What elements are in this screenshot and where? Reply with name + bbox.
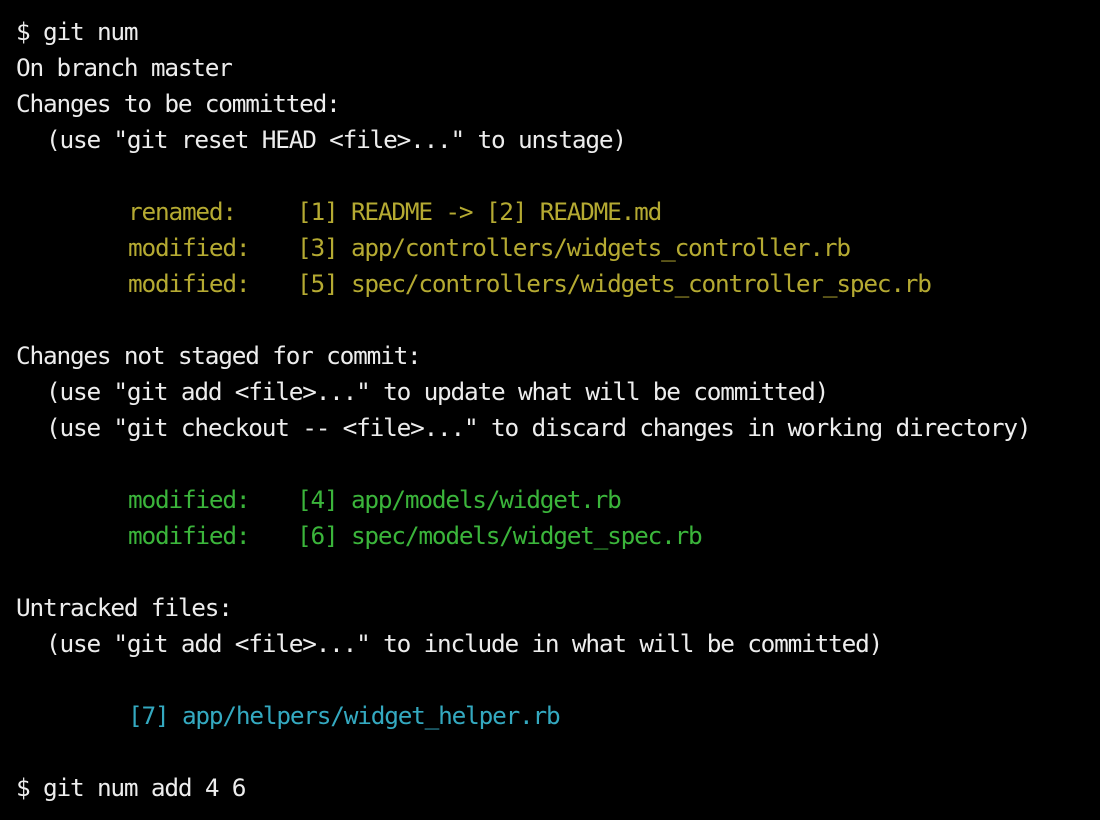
staged-file: modified: [5] spec/controllers/widgets_co… [16, 266, 1100, 302]
file-status: modified: [128, 269, 251, 298]
unstaged-file: modified: [4] app/models/widget.rb [16, 482, 1100, 518]
prompt-symbol: $ [16, 773, 31, 802]
terminal-window[interactable]: $ git num On branch master Changes to be… [0, 0, 1100, 820]
file-path: [1] README -> [2] README.md [297, 197, 662, 226]
staged-file: modified: [3] app/controllers/widgets_con… [16, 230, 1100, 266]
file-path: [6] spec/models/widget_spec.rb [297, 521, 703, 550]
staged-header: Changes to be committed: [16, 89, 341, 118]
untracked-header: Untracked files: [16, 593, 233, 622]
staged-file: renamed: [1] README -> [2] README.md [16, 194, 1100, 230]
staged-hint: (use "git reset HEAD <file>..." to unsta… [46, 125, 627, 154]
branch-line: On branch master [16, 53, 233, 82]
command-line: $ git num add 4 6 [16, 770, 1100, 806]
prompt-symbol: $ [16, 17, 31, 46]
file-path: [3] app/controllers/widgets_controller.r… [297, 233, 851, 262]
command-text: git num add 4 6 [43, 773, 246, 802]
unstaged-hint: (use "git checkout -- <file>..." to disc… [46, 413, 1032, 442]
file-status: modified: [128, 233, 251, 262]
file-path: [5] spec/controllers/widgets_controller_… [297, 269, 932, 298]
untracked-file: [7] app/helpers/widget_helper.rb [16, 698, 1100, 734]
file-path: [7] app/helpers/widget_helper.rb [128, 701, 561, 730]
command-line: $ git num [16, 14, 1100, 50]
untracked-hint: (use "git add <file>..." to include in w… [46, 629, 883, 658]
unstaged-file: modified: [6] spec/models/widget_spec.rb [16, 518, 1100, 554]
file-status: modified: [128, 521, 251, 550]
file-status: renamed: [128, 197, 237, 226]
command-text: git num [43, 17, 139, 46]
file-path: [4] app/models/widget.rb [297, 485, 622, 514]
file-status: modified: [128, 485, 251, 514]
unstaged-hint: (use "git add <file>..." to update what … [46, 377, 829, 406]
unstaged-header: Changes not staged for commit: [16, 341, 422, 370]
